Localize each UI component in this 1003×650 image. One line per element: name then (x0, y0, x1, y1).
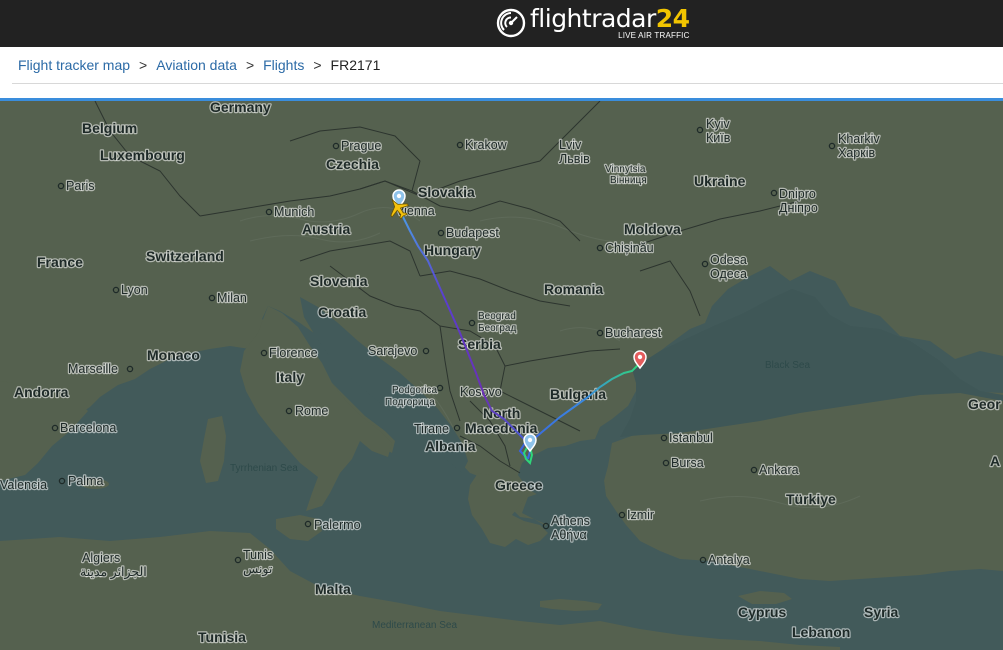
city-label-podgorica: Podgorica (392, 385, 437, 396)
city-label-barcelona: Barcelona (60, 421, 116, 435)
city-label-antalya: Antalya (708, 553, 750, 567)
country-label-georgia-partial: Geor (968, 396, 1001, 412)
country-label-turkiye: Türkiye (786, 491, 836, 507)
city-label-izmir: Izmir (627, 508, 654, 522)
radar-logo-icon (496, 8, 526, 38)
country-label-hungary: Hungary (424, 242, 481, 258)
city-label-kyiv-cyr: Київ (706, 131, 731, 145)
country-label-cyprus: Cyprus (738, 604, 786, 620)
city-label-chisinau: Chișinău (605, 241, 654, 255)
city-label-florence: Florence (269, 346, 318, 360)
country-label-germany: Germany (210, 101, 271, 115)
city-label-algiers: Algiers (82, 551, 120, 565)
logo-tagline: LIVE AIR TRAFFIC (618, 31, 690, 40)
country-label-austria: Austria (302, 221, 350, 237)
breadcrumb: Flight tracker map > Aviation data > Fli… (18, 57, 380, 73)
breadcrumb-link-flights[interactable]: Flights (263, 57, 304, 73)
country-label-malta: Malta (315, 581, 351, 597)
city-label-lyon: Lyon (121, 283, 148, 297)
country-label-armenia-partial: A (990, 453, 1000, 469)
city-label-valencia: Valencia (0, 478, 47, 492)
city-label-beograd: Beograd (478, 311, 516, 322)
country-label-croatia: Croatia (318, 304, 366, 320)
city-label-kharkiv: Kharkiv (838, 132, 880, 146)
city-label-kyiv: Kyiv (706, 117, 730, 131)
country-label-andorra: Andorra (14, 384, 69, 400)
country-label-belgium: Belgium (82, 120, 137, 136)
breadcrumb-separator: > (245, 57, 255, 73)
city-label-paris: Paris (66, 179, 94, 193)
city-label-kharkiv-cyr: Харків (838, 146, 875, 160)
city-label-tunis: Tunis (243, 548, 273, 562)
country-label-macedonia: Macedonia (465, 420, 538, 436)
city-label-tunis-ar: تونس (243, 562, 273, 577)
logo-wordmark: flightradar24 LIVE AIR TRAFFIC (530, 6, 690, 40)
breadcrumb-link-flight-tracker-map[interactable]: Flight tracker map (18, 57, 130, 73)
breadcrumb-current-flight: FR2171 (330, 57, 381, 73)
breadcrumb-separator: > (313, 57, 322, 73)
city-label-vinnytsia-cyr: Вінниця (610, 175, 647, 186)
city-label-athens: Athens (551, 514, 590, 528)
city-label-budapest: Budapest (446, 226, 499, 240)
country-label-lebanon: Lebanon (792, 624, 850, 640)
city-label-algiers-ar: الجزائر مدينة (80, 565, 147, 580)
sea-label-tyrrhenian: Tyrrhenian Sea (230, 463, 298, 474)
flight-map[interactable]: Black Sea Tyrrhenian Sea Mediterranean S… (0, 101, 1003, 650)
city-label-odesa: Odesa (710, 253, 747, 267)
map-canvas[interactable]: Black Sea Tyrrhenian Sea Mediterranean S… (0, 101, 1003, 650)
city-label-vinnytsia: Vinnytsia (605, 164, 646, 175)
city-label-ankara: Ankara (759, 463, 799, 477)
breadcrumb-divider (12, 83, 1003, 84)
city-label-odesa-cyr: Одеса (710, 267, 747, 281)
country-label-ukraine: Ukraine (694, 173, 746, 189)
country-label-monaco: Monaco (147, 347, 200, 363)
city-label-istanbul: Istanbul (669, 431, 713, 445)
country-label-slovakia: Slovakia (418, 184, 475, 200)
country-label-syria: Syria (864, 604, 898, 620)
city-label-munich: Munich (274, 205, 314, 219)
country-label-switzerland: Switzerland (146, 248, 224, 264)
city-label-palermo: Palermo (314, 518, 361, 532)
city-label-prague: Prague (341, 139, 381, 153)
logo-word-main: flightradar (530, 4, 656, 33)
city-label-marseille: Marseille (68, 362, 118, 376)
city-label-bursa: Bursa (671, 456, 704, 470)
country-label-greece: Greece (495, 477, 543, 493)
city-label-milan: Milan (217, 291, 247, 305)
country-label-italy: Italy (276, 369, 304, 385)
city-label-rome: Rome (295, 404, 328, 418)
logo-word-accent: 24 (655, 4, 690, 33)
country-label-tunisia: Tunisia (198, 629, 246, 645)
country-label-france: France (37, 254, 83, 270)
city-label-palma: Palma (68, 474, 103, 488)
top-navigation-bar: flightradar24 LIVE AIR TRAFFIC (0, 0, 1003, 47)
country-label-albania: Albania (425, 438, 476, 454)
flightradar24-logo[interactable]: flightradar24 LIVE AIR TRAFFIC (496, 3, 690, 43)
city-label-dnipro: Dnipro (779, 187, 816, 201)
city-label-tirane: Tirane (414, 422, 449, 436)
country-label-moldova: Moldova (624, 221, 681, 237)
city-label-krakow: Krakow (465, 138, 508, 152)
country-label-czechia: Czechia (326, 156, 379, 172)
city-label-lviv: Lviv (559, 138, 582, 152)
sea-label-black-sea: Black Sea (765, 360, 810, 371)
country-label-romania: Romania (544, 281, 603, 297)
breadcrumb-bar: Flight tracker map > Aviation data > Fli… (0, 47, 1003, 101)
city-label-bucharest: Bucharest (605, 326, 662, 340)
breadcrumb-separator: > (139, 57, 148, 73)
city-label-sarajevo: Sarajevo (368, 344, 417, 358)
city-label-beograd-cyr: Београд (478, 323, 516, 334)
sea-label-mediterranean: Mediterranean Sea (372, 620, 457, 631)
country-label-slovenia: Slovenia (310, 273, 368, 289)
country-label-luxembourg: Luxembourg (100, 147, 185, 163)
city-label-athens-greek: Αθήνα (551, 528, 587, 542)
city-label-dnipro-cyr: Дніпро (779, 201, 818, 215)
breadcrumb-link-aviation-data[interactable]: Aviation data (156, 57, 237, 73)
city-label-lviv-cyr: Львів (559, 152, 590, 166)
city-label-podgorica-cyr: Подгорица (385, 397, 435, 408)
